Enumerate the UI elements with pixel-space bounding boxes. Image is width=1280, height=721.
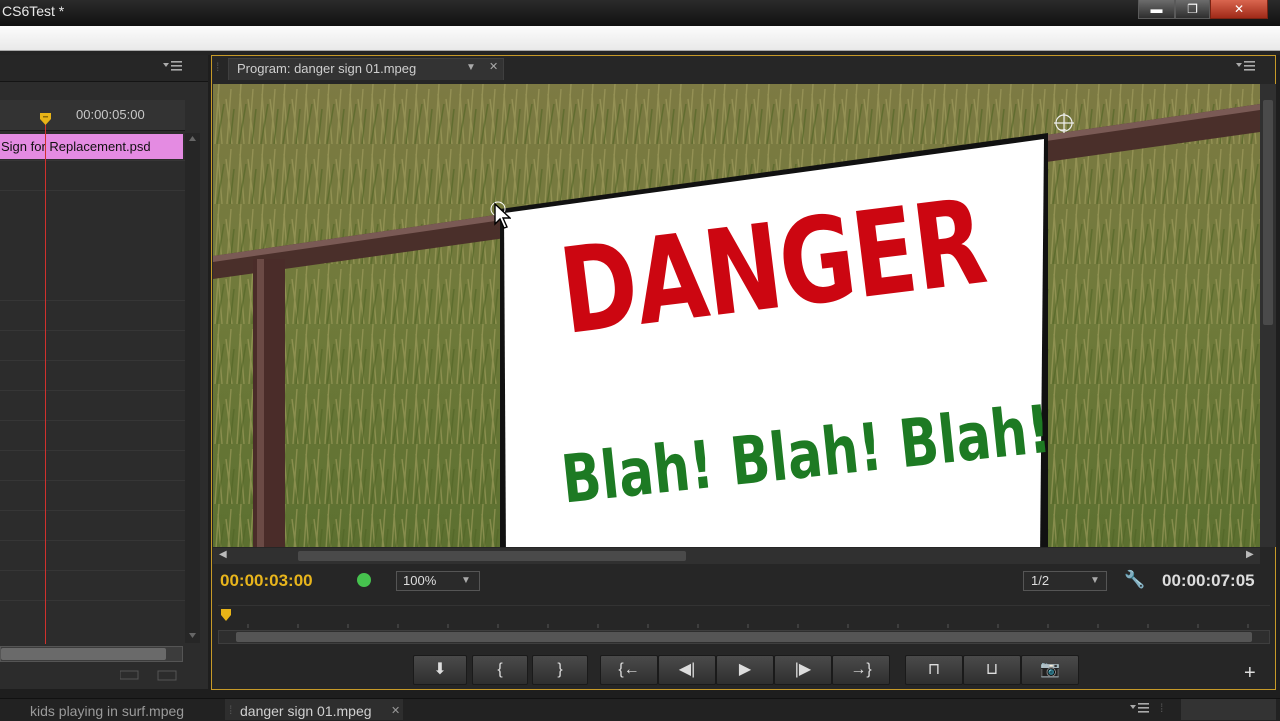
panel-grip-icon[interactable]: ⁞ [216,60,219,74]
tab-danger-sign-label: danger sign 01.mpeg [240,703,372,719]
track-divider [0,600,185,601]
close-icon[interactable]: ✕ [489,60,498,73]
track-divider [0,570,185,571]
track-divider [0,360,185,361]
mark-out-icon: } [557,661,563,678]
timeline-vertical-scrollbar[interactable] [185,133,200,643]
track-divider [0,450,185,451]
go-to-out-icon: →} [850,661,872,678]
window-title: CS6Test * [2,3,65,19]
close-icon[interactable]: ✕ [391,704,400,717]
track-divider [0,390,185,391]
camera-icon: 📷 [1040,661,1060,678]
monitor-time-ruler[interactable] [218,605,1270,632]
program-tab-title: Program: danger sign 01.mpeg [237,61,417,76]
chevron-down-icon: ▼ [1090,575,1100,586]
menu-bar [0,26,1280,51]
lift-button[interactable]: ⊓ [905,655,963,685]
panel-menu-icon[interactable] [163,60,183,75]
zoom-value: 100% [403,573,437,588]
resolution-value: 1/2 [1031,573,1050,588]
play-button[interactable]: ▶ [716,655,774,685]
mouse-cursor-icon [494,202,511,229]
step-forward-icon: |▶ [794,661,812,678]
track-divider [0,300,185,301]
playhead-handle[interactable] [39,112,52,126]
monitor-playhead[interactable] [220,608,232,625]
extract-button[interactable]: ⊔ [963,655,1021,685]
track-divider [0,480,185,481]
track-divider [0,190,185,191]
minimize-button[interactable]: ▬ [1138,0,1175,19]
ruler-time-label: 00:00:05:00 [76,107,145,122]
panel-menu-icon[interactable] [1130,701,1150,719]
maximize-button[interactable]: ❐ [1175,0,1210,19]
status-indicator [357,573,371,587]
maximize-icon: ❐ [1187,2,1198,16]
monitor-vscroll-thumb[interactable] [1263,100,1273,325]
timeline-footer-icons[interactable] [119,668,180,685]
panel-menu-icon[interactable] [1236,59,1256,77]
panel-grip-icon[interactable]: ⁞ [229,703,232,717]
mark-in-icon: { [497,661,503,678]
lift-icon: ⊓ [927,661,941,678]
track-divider [0,420,185,421]
mark-in-button[interactable]: { [472,655,528,685]
track-divider [0,160,185,161]
extract-icon: ⊔ [985,661,999,678]
program-video-frame[interactable]: DANGER Blah! Blah! Blah! [213,84,1260,547]
track-divider [0,510,185,511]
chevron-down-icon: ▼ [461,575,471,586]
monitor-hscroll-thumb[interactable] [298,551,686,561]
go-to-in-icon: {← [618,661,640,678]
chevron-down-icon[interactable]: ▼ [466,62,476,73]
playhead-line [45,118,46,644]
timeline-clip[interactable]: Sign for Replacement.psd [0,134,183,159]
marker-icon: ⬇ [433,661,447,678]
track-divider [0,540,185,541]
go-to-out-button[interactable]: →} [832,655,890,685]
timeline-scroll-thumb[interactable] [1,648,166,660]
corner-pin-handle-icon[interactable] [1053,112,1075,134]
close-window-button[interactable]: ✕ [1210,0,1268,19]
window-title-bar [0,0,1280,26]
current-timecode[interactable]: 00:00:03:00 [220,571,313,591]
button-editor-button[interactable]: + [1244,662,1256,685]
bottom-tab-bar [0,698,1280,721]
duration-timecode: 00:00:07:05 [1162,571,1255,590]
export-frame-button[interactable]: 📷 [1021,655,1079,685]
track-divider [0,330,185,331]
monitor-zoom-thumb[interactable] [236,632,1252,642]
panel-grip-icon[interactable]: ⁞ [1160,701,1163,715]
step-back-icon: ◀| [678,661,696,678]
wrench-icon[interactable]: 🔧 [1124,570,1145,590]
play-icon: ▶ [738,661,752,678]
add-marker-button[interactable]: ⬇ [413,655,467,685]
minimize-icon: ▬ [1150,2,1163,16]
tab-kids-playing[interactable]: kids playing in surf.mpeg [30,703,184,719]
scroll-left-icon[interactable]: ◀ [219,549,227,560]
scroll-right-icon[interactable]: ▶ [1246,549,1254,560]
mark-out-button[interactable]: } [532,655,588,685]
go-to-in-button[interactable]: {← [600,655,658,685]
step-back-button[interactable]: ◀| [658,655,716,685]
close-icon: ✕ [1233,2,1245,16]
adjacent-panel [1181,699,1276,720]
step-forward-button[interactable]: |▶ [774,655,832,685]
